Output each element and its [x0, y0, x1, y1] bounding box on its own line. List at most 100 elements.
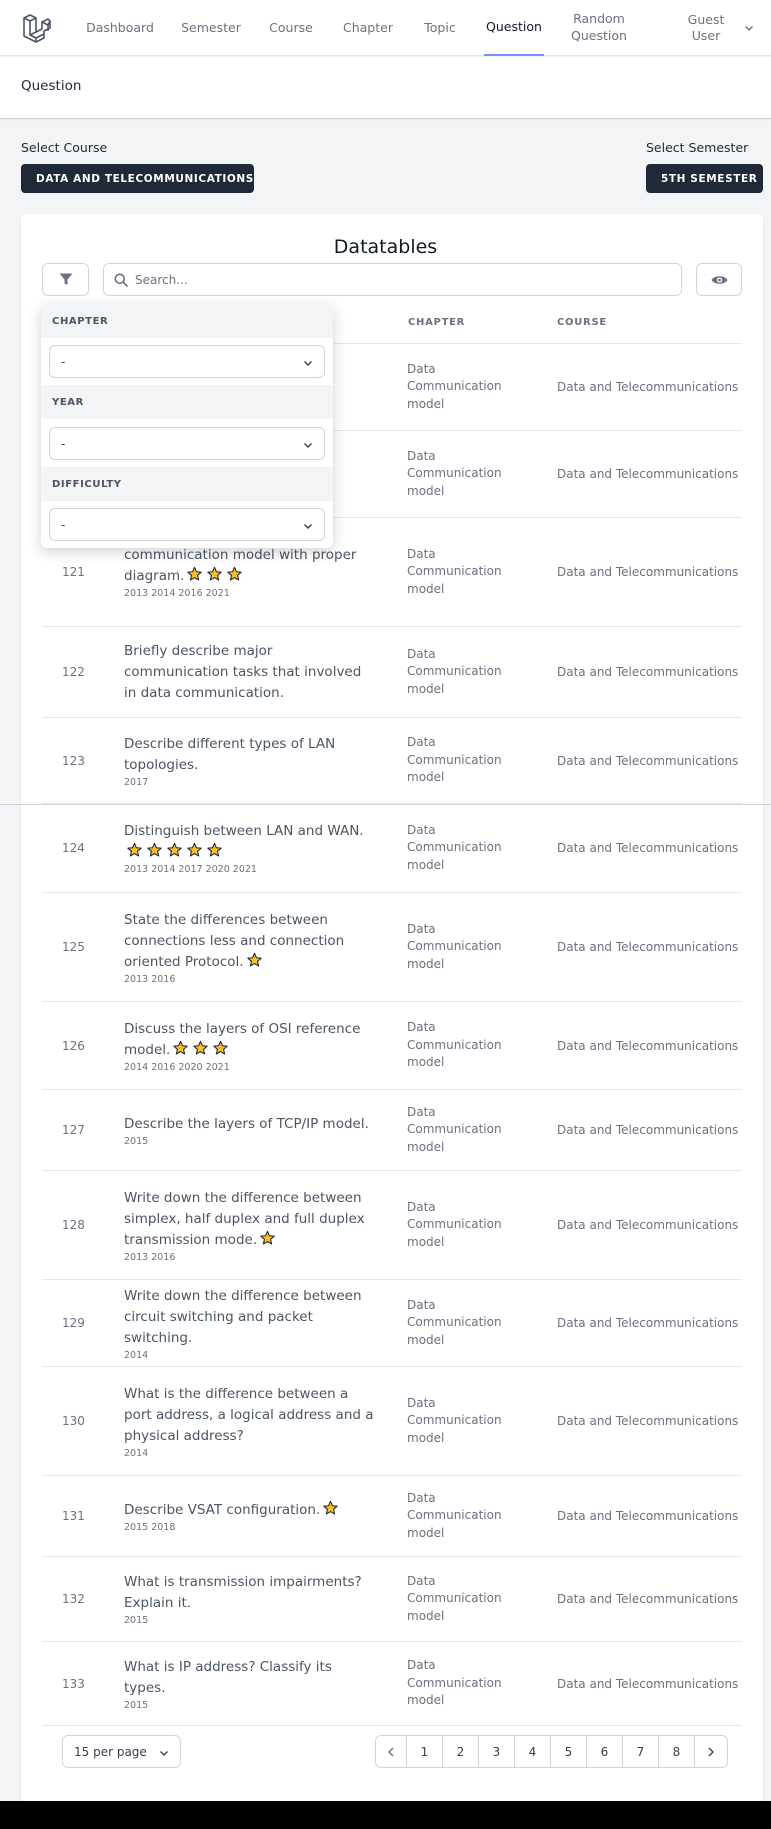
question-text: What is the difference between a port ad… — [124, 1384, 374, 1447]
question-text: State the differences between connection… — [124, 910, 374, 973]
difficulty-stars — [172, 1040, 232, 1056]
course-cell: Data and Telecommunications — [557, 1316, 739, 1330]
course-select-button[interactable]: DATA AND TELECOMMUNICATIONS — [21, 164, 254, 193]
chapter-cell: Data Communication model — [407, 1002, 502, 1089]
question-id: 127 — [62, 1123, 85, 1137]
page-button-4[interactable]: 4 — [514, 1736, 550, 1767]
page-header: Question — [0, 57, 771, 119]
search-box — [103, 263, 682, 296]
chapter-cell: Data Communication model — [407, 1476, 502, 1556]
page-button-5[interactable]: 5 — [550, 1736, 586, 1767]
chapter-cell: Data Communication model — [407, 518, 502, 626]
table-row[interactable]: 133 What is IP address? Classify its type… — [42, 1642, 742, 1726]
table-row[interactable]: 128 Write down the difference between sim… — [42, 1171, 742, 1280]
table-row[interactable]: 122 Briefly describe major communication … — [42, 627, 742, 718]
star-icon — [173, 1040, 189, 1055]
table-row[interactable]: 130 What is the difference between a port… — [42, 1367, 742, 1476]
difficulty-stars — [259, 1230, 279, 1246]
chapter-text: Communication — [407, 1217, 502, 1232]
course-cell: Data and Telecommunications — [557, 1414, 739, 1428]
per-page-select[interactable]: 15 per page — [62, 1735, 181, 1768]
chapter-text: model — [407, 1139, 445, 1154]
question-cell: What is IP address? Classify its types. 2… — [124, 1642, 374, 1725]
nav-topic[interactable]: Topic — [419, 0, 461, 56]
star-icon — [167, 842, 182, 857]
question-text: Describe the layers of TCP/IP model. — [124, 1114, 374, 1135]
search-input[interactable] — [135, 272, 655, 287]
page-button-1[interactable]: 1 — [406, 1736, 442, 1767]
question-years: 2014 — [124, 1349, 149, 1361]
question-label: Briefly describe major communication tas… — [124, 642, 362, 701]
question-text: Write down the difference between simple… — [124, 1188, 374, 1251]
chapter-text: Communication — [407, 1122, 502, 1137]
nav-random-question[interactable]: Random Question — [566, 0, 632, 56]
nav-chapter[interactable]: Chapter — [340, 0, 396, 56]
course-cell: Data and Telecommunications — [557, 1038, 739, 1053]
nav-dashboard[interactable]: Dashboard — [84, 0, 156, 56]
page-title: Question — [21, 78, 82, 94]
filter-button[interactable] — [42, 263, 89, 296]
question-id: 126 — [62, 1038, 85, 1053]
column-visibility-button[interactable] — [696, 263, 742, 296]
laravel-logo-icon[interactable] — [22, 13, 52, 43]
page-button-8[interactable]: 8 — [658, 1736, 694, 1767]
star-icon — [207, 842, 222, 857]
table-row[interactable]: 129 Write down the difference between cir… — [42, 1280, 742, 1367]
chapter-text: model — [407, 396, 445, 411]
star-icon — [260, 1230, 275, 1245]
question-label: Write down the difference between circui… — [124, 1287, 362, 1346]
filter-difficulty-label: DIFFICULTY — [41, 467, 333, 501]
star-icon — [193, 1040, 209, 1055]
chapter-cell: Data Communication model — [407, 1171, 502, 1279]
star-icon — [187, 566, 203, 581]
semester-select-button[interactable]: 5TH SEMESTER — [646, 164, 763, 193]
question-label: What is transmission impairments? Explai… — [124, 1574, 362, 1611]
question-cell: Describe different types of LAN topologi… — [124, 718, 374, 803]
page-button-3[interactable]: 3 — [478, 1736, 514, 1767]
column-header-course[interactable]: COURSE — [557, 317, 607, 328]
course-cell: Data and Telecommunications — [557, 565, 739, 579]
table-row[interactable]: 127 Describe the layers of TCP/IP model. 2… — [42, 1090, 742, 1171]
question-id: 128 — [62, 1218, 85, 1232]
nav-question[interactable]: Question — [484, 0, 544, 56]
question-label: Write down the difference between simple… — [124, 1189, 365, 1248]
star-icon — [207, 566, 223, 581]
prev-page-button[interactable] — [376, 1736, 406, 1767]
course-cell: Data and Telecommunications — [557, 380, 739, 394]
chevron-down-icon — [304, 361, 312, 366]
filter-year-value: - — [61, 436, 66, 451]
datatable-title: Datatables — [333, 236, 438, 258]
star-icon — [127, 842, 142, 857]
table-row[interactable]: 132 What is transmission impairments? Exp… — [42, 1557, 742, 1642]
table-row[interactable]: 123 Describe different types of LAN topol… — [42, 718, 742, 804]
nav-course[interactable]: Course — [266, 0, 316, 56]
nav-semester[interactable]: Semester — [176, 0, 246, 56]
star-icon — [187, 842, 202, 857]
course-cell: Data and Telecommunications — [557, 1218, 739, 1232]
column-header-chapter[interactable]: CHAPTER — [408, 317, 465, 328]
page-button-6[interactable]: 6 — [586, 1736, 622, 1767]
table-row[interactable]: 124 Distinguish between LAN and WAN. 2013 … — [42, 804, 742, 893]
question-cell: Discuss the layers of OSI reference mode… — [124, 1002, 374, 1089]
table-row[interactable]: 126 Discuss the layers of OSI reference m… — [42, 1002, 742, 1090]
course-cell: Data and Telecommunications — [557, 841, 739, 855]
chapter-text: Data — [407, 1199, 436, 1214]
question-label: Discuss the layers of OSI reference mode… — [124, 1020, 361, 1058]
filter-year-select[interactable]: - — [49, 427, 325, 460]
table-row[interactable]: 125 State the differences between connect… — [42, 893, 742, 1002]
chevron-down-icon — [304, 443, 312, 448]
chapter-text: model — [407, 1332, 445, 1347]
chapter-cell: Data Communication model — [407, 1367, 502, 1475]
page-button-7[interactable]: 7 — [622, 1736, 658, 1767]
question-cell: Write down the difference between simple… — [124, 1171, 374, 1279]
page-button-2[interactable]: 2 — [442, 1736, 478, 1767]
filter-difficulty-select[interactable]: - — [49, 508, 325, 541]
filter-popover: CHAPTER - YEAR - DIFFICULTY - — [41, 304, 333, 548]
user-menu[interactable]: Guest User — [676, 0, 754, 56]
chapter-text: Data — [407, 735, 436, 750]
filter-chapter-select[interactable]: - — [49, 345, 325, 378]
table-row[interactable]: 131 Describe VSAT configuration. 2015 2018… — [42, 1476, 742, 1557]
next-page-button[interactable] — [694, 1736, 727, 1767]
question-label: Describe the layers of TCP/IP model. — [124, 1115, 369, 1132]
chapter-text: Communication — [407, 1413, 502, 1428]
